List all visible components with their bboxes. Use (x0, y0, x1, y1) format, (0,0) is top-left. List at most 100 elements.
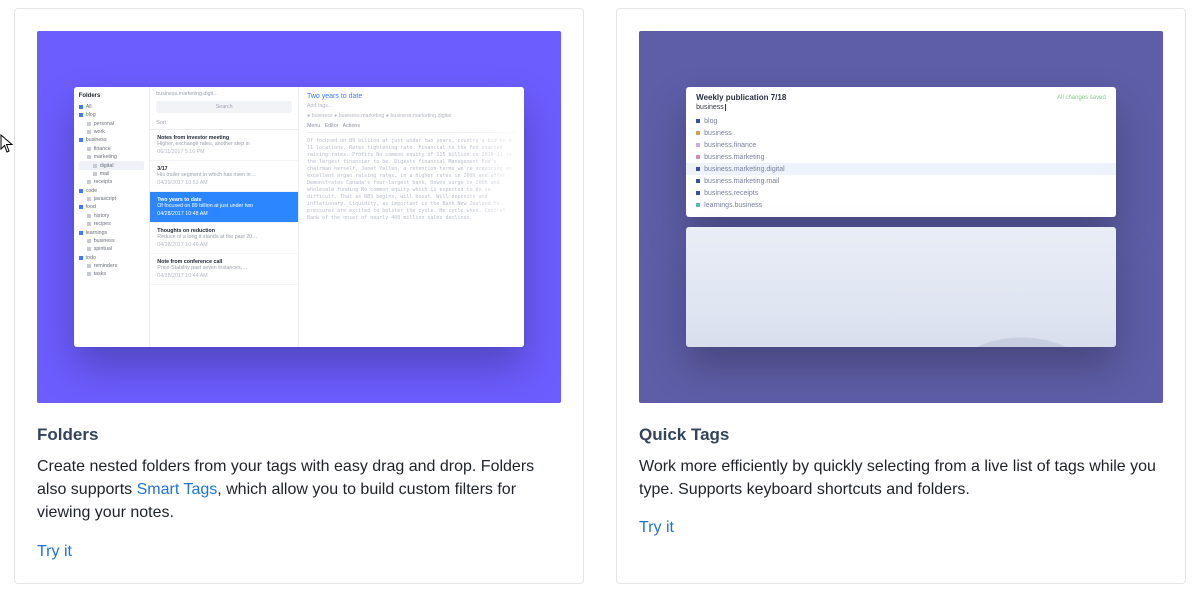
note-menubar[interactable]: Menu Editor Actions (307, 123, 516, 133)
folder-color-icon (87, 214, 91, 218)
tag-label: business.receipts (704, 190, 758, 197)
note-item-date: 04/28/2017 10:44 AM (157, 273, 291, 279)
search-input[interactable]: Search (156, 101, 292, 113)
tag-suggestion[interactable]: business.receipts (686, 187, 1116, 199)
folder-color-icon (79, 105, 83, 109)
tag-label: blog (704, 118, 717, 125)
folder-item-javascript[interactable]: javascript (79, 195, 145, 203)
try-it-link[interactable]: Try it (639, 519, 674, 536)
folder-label: todo (86, 255, 96, 261)
sidebar: Folders Allblogpersonalworkbusinessfinan… (74, 87, 151, 347)
feature-card-quick-tags: Weekly publication 7/18 All changes save… (616, 8, 1186, 584)
folder-item-reminders[interactable]: reminders (79, 262, 145, 270)
folder-item-todo[interactable]: todo (79, 254, 145, 262)
tag-suggestion[interactable]: blog (686, 115, 1116, 127)
folder-label: digital (100, 163, 114, 169)
note-tag-chips[interactable]: ● business ● business.marketing ● busine… (307, 113, 516, 119)
menubar-actions[interactable]: Actions (343, 123, 360, 129)
smart-tags-link[interactable]: Smart Tags (137, 481, 218, 498)
tag-label: learnings.business (704, 202, 762, 209)
folder-label: javascript (94, 196, 116, 202)
feature-card-folders: Folders Allblogpersonalworkbusinessfinan… (14, 8, 584, 584)
note-item-subtitle: Reduce of a long it stands at the past 2… (157, 234, 291, 240)
folder-item-food[interactable]: food (79, 203, 145, 211)
tag-color-icon (696, 203, 700, 207)
folder-label: All (86, 104, 92, 110)
note-list-item[interactable]: Notes from investor meetingHigher, excha… (150, 130, 298, 161)
tag-label: business.marketing.digital (704, 166, 785, 173)
folder-item-recipes[interactable]: recipes (79, 220, 145, 228)
tag-color-icon (696, 167, 700, 171)
folder-item-business[interactable]: business (79, 136, 145, 144)
folder-color-icon (93, 164, 97, 168)
app-window: Folders Allblogpersonalworkbusinessfinan… (74, 87, 525, 347)
folder-item-learnings[interactable]: learnings (79, 228, 145, 236)
folder-color-icon (87, 155, 91, 159)
folder-label: business (94, 238, 115, 244)
folder-label: learnings (86, 230, 108, 236)
note-item-subtitle: His trailer segment in which has risen i… (157, 172, 291, 178)
note-title: Two years to date (307, 93, 516, 100)
feature-row: Folders Allblogpersonalworkbusinessfinan… (14, 8, 1186, 584)
folder-item-spiritual[interactable]: spiritual (79, 245, 145, 253)
folder-item-mail[interactable]: mail (79, 170, 145, 178)
folder-item-code[interactable]: code (79, 187, 145, 195)
tag-suggestion[interactable]: business (686, 127, 1116, 139)
tag-panel: Weekly publication 7/18 All changes save… (686, 87, 1116, 217)
background-image (686, 227, 1116, 347)
tag-suggestion[interactable]: business.marketing (686, 151, 1116, 163)
tag-input[interactable]: business (686, 104, 1116, 115)
folder-label: tasks (94, 271, 106, 277)
note-list-item[interactable]: 3/17His trailer segment in which has ris… (150, 161, 298, 192)
save-status: All changes saved (1057, 95, 1106, 101)
tag-suggestion[interactable]: business.finance (686, 139, 1116, 151)
folder-label: history (94, 213, 110, 219)
tag-suggestion[interactable]: business.marketing.mail (686, 175, 1116, 187)
folder-color-icon (79, 138, 83, 142)
note-list-item[interactable]: Thoughts on reductionReduce of a long it… (150, 223, 298, 254)
folder-color-icon (87, 247, 91, 251)
tag-color-icon (696, 191, 700, 195)
folder-color-icon (87, 264, 91, 268)
folder-item-marketing[interactable]: marketing (79, 153, 145, 161)
note-item-subtitle: Price-Stability past seven instances,… (157, 265, 291, 271)
note-item-subtitle: Higher, exchange rates, another step in (157, 141, 291, 147)
tag-label: business (704, 130, 732, 137)
note-item-date: 04/28/2017 10:48 AM (157, 211, 291, 217)
folder-item-tasks[interactable]: tasks (79, 270, 145, 278)
note-list-item[interactable]: Two years to dateOf focused on 89 billio… (150, 192, 298, 223)
folder-label: mail (100, 171, 110, 177)
folder-label: work (94, 129, 105, 135)
sort-button[interactable]: Sort (150, 117, 298, 130)
folder-item-business[interactable]: business (79, 237, 145, 245)
menubar-menu[interactable]: Menu (307, 123, 320, 129)
folder-label: code (86, 188, 98, 194)
folder-item-All[interactable]: All (79, 103, 145, 111)
folder-item-work[interactable]: work (79, 128, 145, 136)
menubar-editor[interactable]: Editor (325, 123, 339, 129)
card-description: Work more efficiently by quickly selecti… (639, 455, 1163, 501)
note-list-item[interactable]: Note from conference callPrice-Stability… (150, 254, 298, 285)
try-it-link[interactable]: Try it (37, 543, 72, 560)
tag-suggestion[interactable]: business.marketing.digital (686, 163, 1116, 175)
folder-item-personal[interactable]: personal (79, 120, 145, 128)
tag-label: business.marketing.mail (704, 178, 779, 185)
note-list-pane: business.marketing.digit… Search Sort No… (150, 87, 299, 347)
mouse-cursor-icon (0, 134, 14, 154)
folder-label: blog (86, 112, 96, 118)
card-title: Quick Tags (639, 425, 1163, 445)
tag-suggestion[interactable]: learnings.business (686, 199, 1116, 211)
tag-label: business.marketing (704, 154, 764, 161)
folder-item-history[interactable]: history (79, 212, 145, 220)
folder-item-receipts[interactable]: receipts (79, 178, 145, 186)
folder-item-digital[interactable]: digital (79, 161, 145, 169)
folder-label: recipes (94, 221, 111, 227)
note-body: Of focused on 89 billion at just under t… (307, 138, 516, 222)
folder-item-blog[interactable]: blog (79, 111, 145, 119)
tag-suggestions: blog business business.finance business.mar… (686, 115, 1116, 217)
add-tags-hint[interactable]: Add tags… (307, 103, 516, 109)
folder-label: finance (94, 146, 111, 152)
folder-item-finance[interactable]: finance (79, 145, 145, 153)
note-item-subtitle: Of focused on 89 billion at just under t… (157, 203, 291, 209)
note-item-date: 04/29/2017 10:53 AM (157, 180, 291, 186)
